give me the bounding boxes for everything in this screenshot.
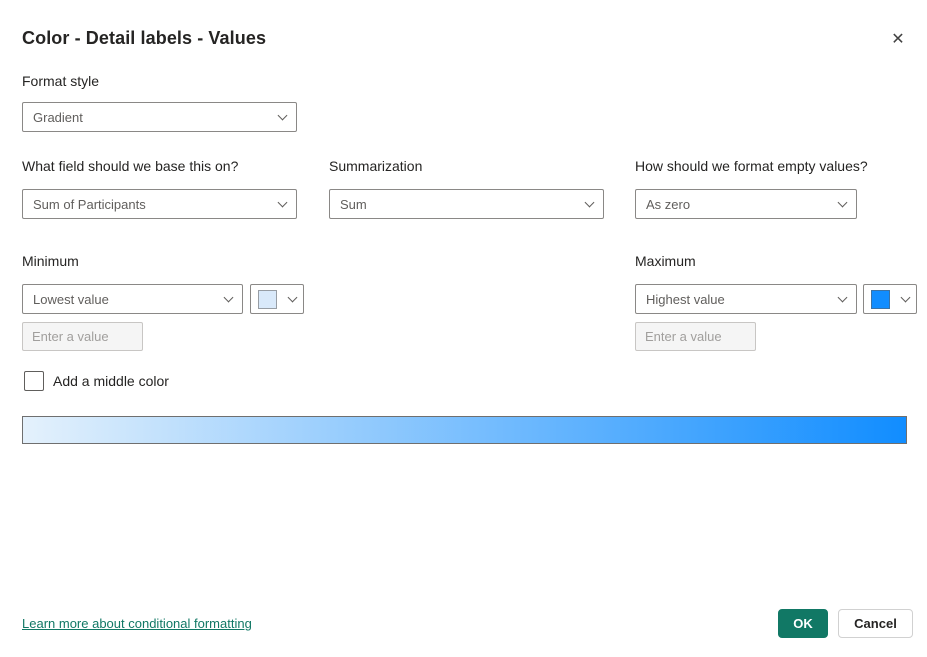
close-button[interactable]: ✕ (884, 26, 912, 54)
base-field-label: What field should we base this on? (22, 158, 239, 174)
chevron-down-icon (837, 197, 848, 207)
learn-more-link[interactable]: Learn more about conditional formatting (22, 616, 252, 631)
minimum-value: Lowest value (33, 291, 109, 307)
empty-values-dropdown[interactable]: As zero (635, 189, 857, 219)
chevron-down-icon (837, 292, 848, 302)
add-middle-color-label: Add a middle color (53, 373, 169, 389)
add-middle-color-row[interactable]: Add a middle color (24, 371, 169, 391)
close-icon: ✕ (891, 31, 905, 48)
minimum-label: Minimum (22, 253, 79, 269)
chevron-down-icon (287, 292, 298, 302)
minimum-value-input (22, 322, 143, 351)
chevron-down-icon (223, 292, 234, 302)
gradient-preview-bar (22, 416, 907, 444)
maximum-value: Highest value (646, 291, 725, 307)
minimum-color-swatch (258, 289, 277, 309)
maximum-label: Maximum (635, 253, 696, 269)
minimum-color-picker[interactable] (250, 284, 304, 314)
empty-values-value: As zero (646, 196, 691, 212)
format-style-label: Format style (22, 73, 100, 89)
maximum-dropdown[interactable]: Highest value (635, 284, 857, 314)
ok-button[interactable]: OK (778, 609, 828, 638)
maximum-value-input (635, 322, 756, 351)
summarization-dropdown[interactable]: Sum (329, 189, 604, 219)
summarization-label: Summarization (329, 158, 423, 174)
summarization-value: Sum (340, 196, 367, 212)
chevron-down-icon (584, 197, 595, 207)
chevron-down-icon (277, 110, 288, 120)
dialog-title: Color - Detail labels - Values (22, 28, 267, 48)
chevron-down-icon (277, 197, 288, 207)
cancel-button[interactable]: Cancel (838, 609, 913, 638)
maximum-color-swatch (871, 289, 890, 309)
maximum-color-picker[interactable] (863, 284, 917, 314)
empty-values-label: How should we format empty values? (635, 158, 868, 174)
format-style-value: Gradient (33, 109, 83, 125)
chevron-down-icon (900, 292, 911, 302)
minimum-dropdown[interactable]: Lowest value (22, 284, 243, 314)
conditional-formatting-dialog: Color - Detail labels - Values ✕ Format … (0, 0, 927, 657)
base-field-value: Sum of Participants (33, 196, 146, 212)
format-style-dropdown[interactable]: Gradient (22, 102, 297, 132)
add-middle-color-checkbox[interactable] (24, 371, 44, 391)
base-field-dropdown[interactable]: Sum of Participants (22, 189, 297, 219)
